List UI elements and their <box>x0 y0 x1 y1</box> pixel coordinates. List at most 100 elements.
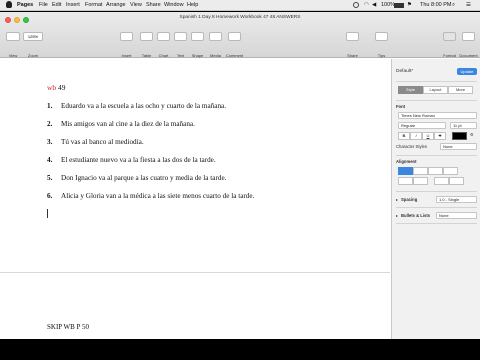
bullets-lists-label[interactable]: Bullets & Lists <box>401 213 430 218</box>
table-button[interactable] <box>140 32 153 41</box>
divider <box>396 223 477 224</box>
comment-button[interactable] <box>228 32 241 41</box>
divider <box>396 81 477 82</box>
apple-menu-icon[interactable] <box>6 1 12 8</box>
text-cursor <box>47 209 48 218</box>
menu-view[interactable]: View <box>130 2 142 8</box>
answer-line[interactable]: 2. Mis amigos van al cine a la diez de la… <box>47 120 195 128</box>
media-button[interactable] <box>209 32 222 41</box>
insert-label: Insert <box>121 53 132 58</box>
divider <box>396 207 477 208</box>
font-weight-dropdown[interactable]: Regular <box>398 122 446 129</box>
battery-percent: 100% <box>381 2 396 8</box>
close-window-button[interactable] <box>5 17 11 23</box>
underline-button[interactable]: U <box>422 132 434 140</box>
zoom-dropdown[interactable]: 125% <box>23 32 43 41</box>
answer-line[interactable]: 3. Tú vas al banco al mediodía. <box>47 138 144 146</box>
update-style-button[interactable]: Update <box>457 68 477 75</box>
screen: Pages File Edit Insert Format Arrange Vi… <box>0 0 480 360</box>
answer-number: 5. <box>47 174 53 182</box>
align-left-button[interactable] <box>398 167 413 175</box>
divider <box>396 100 477 101</box>
tips-label: Tips <box>377 53 386 58</box>
heading-number: 49 <box>58 83 66 92</box>
italic-button[interactable]: I <box>410 132 422 140</box>
valign-top-button[interactable] <box>398 177 413 185</box>
bold-button[interactable]: B <box>398 132 410 140</box>
tab-more[interactable]: More <box>448 86 473 94</box>
clock[interactable]: Thu 8:00 PM <box>420 2 452 8</box>
volume-icon[interactable]: ◀ <box>372 2 376 8</box>
menu-file[interactable]: File <box>39 2 48 8</box>
alignment-section-header: Alignment <box>396 159 417 164</box>
answer-number: 4. <box>47 156 53 164</box>
menu-window[interactable]: Window <box>164 2 184 8</box>
minimize-window-button[interactable] <box>14 17 20 23</box>
comment-label: Comment <box>225 53 244 58</box>
gear-icon[interactable]: ⚙ <box>470 132 474 137</box>
answer-line[interactable]: 4. El estudiante nuevo va a la fiesta a l… <box>47 156 216 164</box>
media-label: Media <box>210 53 221 58</box>
page-break <box>0 272 390 273</box>
menu-app-name[interactable]: Pages <box>17 2 33 8</box>
font-section-header: Font <box>396 104 406 109</box>
battery-icon[interactable] <box>394 3 404 8</box>
answer-text: Eduardo va a la escuela a las ocho y cua… <box>61 102 227 110</box>
notification-center-icon[interactable]: ☰ <box>466 2 471 8</box>
paragraph-style-dropdown[interactable]: Default* <box>396 69 413 74</box>
valign-middle-button[interactable] <box>413 177 428 185</box>
wifi-icon[interactable]: ◠ <box>364 2 369 8</box>
text-color-well[interactable] <box>452 132 467 140</box>
menu-insert[interactable]: Insert <box>66 2 80 8</box>
indent-increase-button[interactable] <box>449 177 464 185</box>
font-size-stepper[interactable]: 11 pt <box>450 122 477 129</box>
document-button[interactable] <box>462 32 475 41</box>
text-label: Text <box>176 53 185 58</box>
answer-number: 6. <box>47 192 53 200</box>
align-center-button[interactable] <box>413 167 428 175</box>
tab-style[interactable]: Style <box>398 86 423 94</box>
spacing-dropdown[interactable]: 1.0 - Single <box>436 196 477 203</box>
sync-icon[interactable] <box>353 2 359 8</box>
spotlight-icon[interactable]: ⌕ <box>452 2 455 9</box>
format-panel: Default* Update Style Layout More Font T… <box>391 59 480 339</box>
answer-text: Alicia y Gloria van a la médica a las si… <box>61 192 255 200</box>
tab-layout[interactable]: Layout <box>423 86 448 94</box>
align-justify-button[interactable] <box>443 167 458 175</box>
divider <box>396 155 477 156</box>
document-canvas[interactable]: wb 49 1. Eduardo va a la escuela a las oc… <box>0 59 390 339</box>
menu-help[interactable]: Help <box>187 2 198 8</box>
menu-edit[interactable]: Edit <box>52 2 61 8</box>
align-right-button[interactable] <box>428 167 443 175</box>
answer-number: 1. <box>47 102 53 110</box>
bullets-disclosure-icon[interactable]: ▸ <box>396 213 398 218</box>
menu-arrange[interactable]: Arrange <box>106 2 126 8</box>
menu-share[interactable]: Share <box>146 2 161 8</box>
character-styles-dropdown[interactable]: None <box>440 143 477 150</box>
zoom-window-button[interactable] <box>23 17 29 23</box>
view-button[interactable] <box>6 32 20 41</box>
bullets-lists-dropdown[interactable]: None <box>436 212 477 219</box>
answer-line[interactable]: 6. Alicia y Gloria van a la médica a las … <box>47 192 254 200</box>
chart-button[interactable] <box>157 32 170 41</box>
tips-button[interactable] <box>375 32 388 41</box>
answer-text: Don Ignacio va al parque a las cuatro y … <box>61 174 227 182</box>
letterbox-bar <box>0 339 480 360</box>
answer-line[interactable]: 5. Don Ignacio va al parque a las cuatro … <box>47 174 226 182</box>
spacing-disclosure-icon[interactable]: ▸ <box>396 197 398 202</box>
menu-format[interactable]: Format <box>85 2 102 8</box>
answer-text: El estudiante nuevo va a la fiesta a las… <box>61 156 216 164</box>
text-button[interactable] <box>174 32 187 41</box>
shape-button[interactable] <box>191 32 204 41</box>
indent-decrease-button[interactable] <box>434 177 449 185</box>
format-button[interactable] <box>443 32 456 41</box>
strikethrough-button[interactable]: S <box>434 132 446 140</box>
answer-line[interactable]: 1. Eduardo va a la escuela a las ocho y c… <box>47 102 226 110</box>
flag-icon[interactable]: ⚑ <box>407 2 412 8</box>
font-family-dropdown[interactable]: Times New Roman <box>398 112 477 119</box>
share-button[interactable] <box>346 32 359 41</box>
spacing-label[interactable]: Spacing <box>401 197 417 202</box>
shape-label: Shape <box>191 53 204 58</box>
window-title: Spanish 1 Day 8 Homework Workbook 47 48 … <box>179 15 301 20</box>
insert-button[interactable] <box>120 32 133 41</box>
